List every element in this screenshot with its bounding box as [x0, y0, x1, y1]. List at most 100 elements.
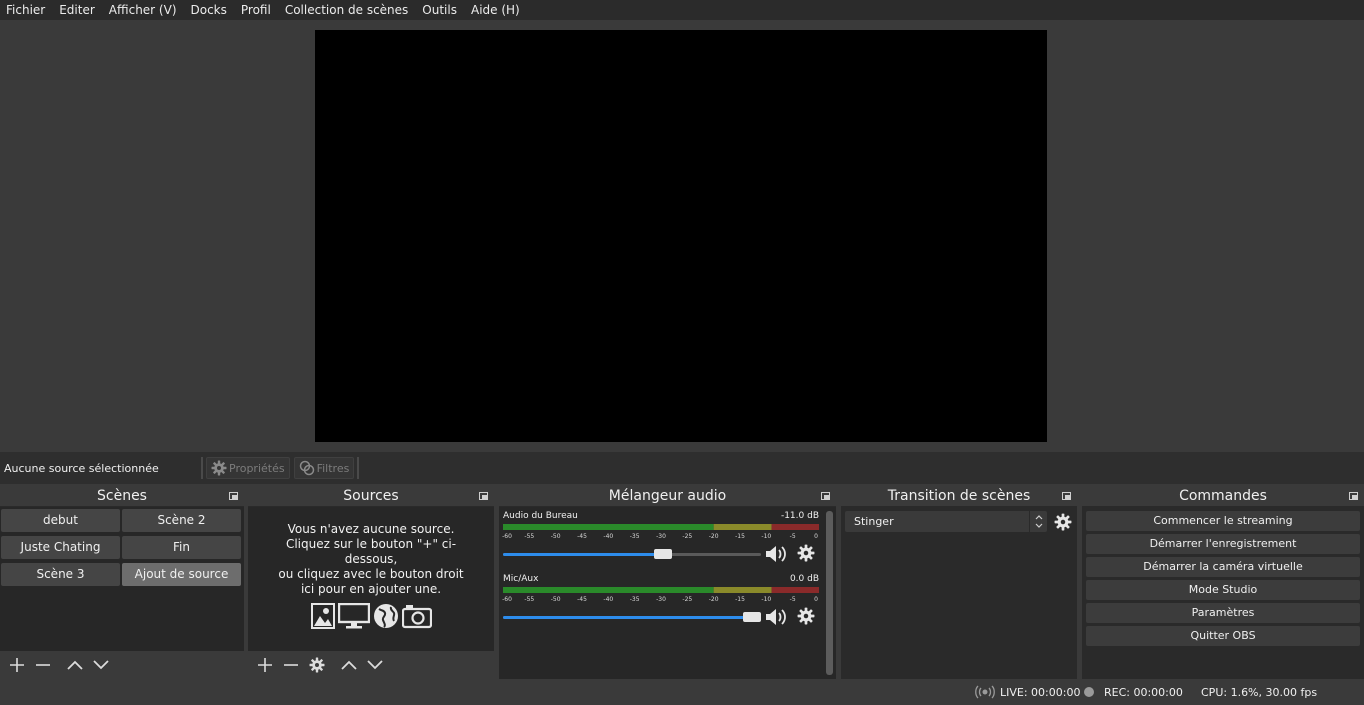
- meter-tick-label: -25: [682, 533, 693, 540]
- menu-profil[interactable]: Profil: [235, 0, 279, 20]
- volume-slider[interactable]: [503, 548, 761, 560]
- meter-ticks: -60 -55 -50 -45 -40 -35 -30 -25 -20 -15 -10 -5 0: [502, 594, 819, 604]
- menu-bar: Fichier Editer Afficher (V) Docks Profil…: [0, 0, 1364, 20]
- sources-title: Sources: [248, 486, 494, 506]
- meter-tick-label: 0: [814, 596, 818, 603]
- mixer-scrollbar[interactable]: [826, 511, 833, 675]
- undock-icon[interactable]: [1062, 492, 1071, 500]
- undock-icon[interactable]: [479, 492, 488, 500]
- separator: [201, 457, 203, 479]
- mixer-body: Audio du Bureau -11.0 dB -60 -55 -50 -45 -40…: [499, 507, 836, 679]
- remove-scene-button[interactable]: [30, 654, 56, 676]
- channel-settings-button[interactable]: [797, 544, 815, 566]
- menu-collection-scenes[interactable]: Collection de scènes: [279, 0, 416, 20]
- chevron-down-icon: [93, 660, 109, 670]
- start-virtual-camera-button[interactable]: Démarrer la caméra virtuelle: [1086, 557, 1360, 577]
- speaker-icon: [766, 546, 786, 562]
- channel-name: Audio du Bureau: [503, 511, 578, 521]
- meter-tick-label: -5: [789, 533, 796, 540]
- source-toolbar: Aucune source sélectionnée Propriétés Fi…: [0, 452, 1364, 484]
- slider-handle[interactable]: [653, 549, 672, 559]
- add-scene-button[interactable]: [4, 654, 30, 676]
- volume-meter: [503, 524, 819, 530]
- meter-tick-label: -20: [708, 533, 719, 540]
- menu-docks[interactable]: Docks: [185, 0, 235, 20]
- mute-button[interactable]: [765, 544, 789, 568]
- transition-settings-button[interactable]: [1054, 513, 1072, 535]
- studio-mode-button[interactable]: Mode Studio: [1086, 580, 1360, 600]
- rec-timer: REC: 00:00:00: [1104, 686, 1183, 699]
- meter-tick-label: -35: [629, 533, 640, 540]
- commands-dock: Commandes Commencer le streaming Démarre…: [1082, 486, 1364, 679]
- empty-line: Cliquez sur le bouton "+" ci-: [285, 537, 457, 551]
- source-properties-button[interactable]: [304, 654, 330, 676]
- commands-title-text: Commandes: [1179, 488, 1267, 504]
- menu-afficher[interactable]: Afficher (V): [103, 0, 185, 20]
- minus-icon: [36, 664, 50, 666]
- mixer-title-text: Mélangeur audio: [608, 488, 727, 504]
- commands-title: Commandes: [1082, 486, 1364, 506]
- scene-item-active[interactable]: Ajout de source: [122, 563, 241, 586]
- add-source-button[interactable]: [252, 654, 278, 676]
- meter-tick-label: -45: [577, 533, 587, 540]
- meter-tick-label: -60: [502, 596, 512, 603]
- separator: [357, 457, 360, 479]
- scene-item[interactable]: Fin: [122, 536, 241, 559]
- spinner-icon[interactable]: [1029, 511, 1047, 532]
- meter-tick-label: -60: [502, 533, 512, 540]
- start-streaming-button[interactable]: Commencer le streaming: [1086, 511, 1360, 531]
- undock-icon[interactable]: [821, 492, 830, 500]
- channel-settings-button[interactable]: [797, 607, 815, 629]
- settings-button[interactable]: Paramètres: [1086, 603, 1360, 623]
- preview-area: [0, 20, 1364, 452]
- meter-segment: [713, 587, 772, 593]
- meter-tick-label: -30: [656, 533, 666, 540]
- sources-footer: [248, 651, 494, 679]
- transitions-title: Transition de scènes: [841, 486, 1077, 506]
- menu-outils[interactable]: Outils: [416, 0, 465, 20]
- scene-item[interactable]: Juste Chating: [1, 536, 120, 559]
- menu-fichier[interactable]: Fichier: [0, 0, 53, 20]
- meter-tick-label: -30: [656, 596, 666, 603]
- gear-icon: [309, 657, 325, 673]
- transitions-dock: Transition de scènes Stinger: [841, 486, 1077, 679]
- move-scene-up-button[interactable]: [62, 654, 88, 676]
- sources-list[interactable]: Vous n'avez aucune source. Cliquez sur l…: [248, 507, 494, 651]
- scene-item[interactable]: Scène 3: [1, 563, 120, 586]
- move-source-up-button[interactable]: [336, 654, 362, 676]
- scenes-footer: [0, 651, 244, 679]
- scene-item[interactable]: debut: [1, 509, 120, 532]
- remove-source-button[interactable]: [278, 654, 304, 676]
- meter-segment: [503, 587, 714, 593]
- start-recording-button[interactable]: Démarrer l'enregistrement: [1086, 534, 1360, 554]
- slider-handle[interactable]: [743, 612, 761, 622]
- transition-select[interactable]: Stinger: [845, 511, 1047, 532]
- meter-ticks: -60 -55 -50 -45 -40 -35 -30 -25 -20 -15 -10 -5 0: [502, 531, 819, 541]
- transitions-body: Stinger: [841, 507, 1077, 679]
- chevron-down-icon: [367, 660, 383, 670]
- meter-tick-label: -50: [550, 533, 561, 540]
- meter-tick-label: -5: [789, 596, 796, 603]
- menu-aide[interactable]: Aide (H): [465, 0, 528, 20]
- move-scene-down-button[interactable]: [88, 654, 114, 676]
- preview-canvas[interactable]: [315, 30, 1047, 442]
- undock-icon[interactable]: [229, 492, 238, 500]
- gear-icon: [211, 460, 227, 476]
- scene-item[interactable]: Scène 2: [122, 509, 241, 532]
- meter-tick-label: -25: [682, 596, 693, 603]
- filters-button[interactable]: Filtres: [293, 457, 355, 479]
- meter-segment: [503, 524, 714, 530]
- no-source-label: Aucune source sélectionnée: [4, 461, 159, 475]
- properties-button[interactable]: Propriétés: [206, 457, 290, 479]
- undock-icon[interactable]: [1349, 492, 1358, 500]
- meter-tick-label: -35: [629, 596, 640, 603]
- channel-name: Mic/Aux: [503, 574, 539, 584]
- quit-button[interactable]: Quitter OBS: [1086, 626, 1360, 646]
- speaker-icon: [766, 609, 786, 625]
- commands-body: Commencer le streaming Démarrer l'enregi…: [1082, 507, 1364, 679]
- move-source-down-button[interactable]: [362, 654, 388, 676]
- plus-icon: [258, 658, 272, 672]
- menu-editer[interactable]: Editer: [53, 0, 103, 20]
- mute-button[interactable]: [765, 607, 789, 631]
- volume-slider[interactable]: [503, 611, 761, 623]
